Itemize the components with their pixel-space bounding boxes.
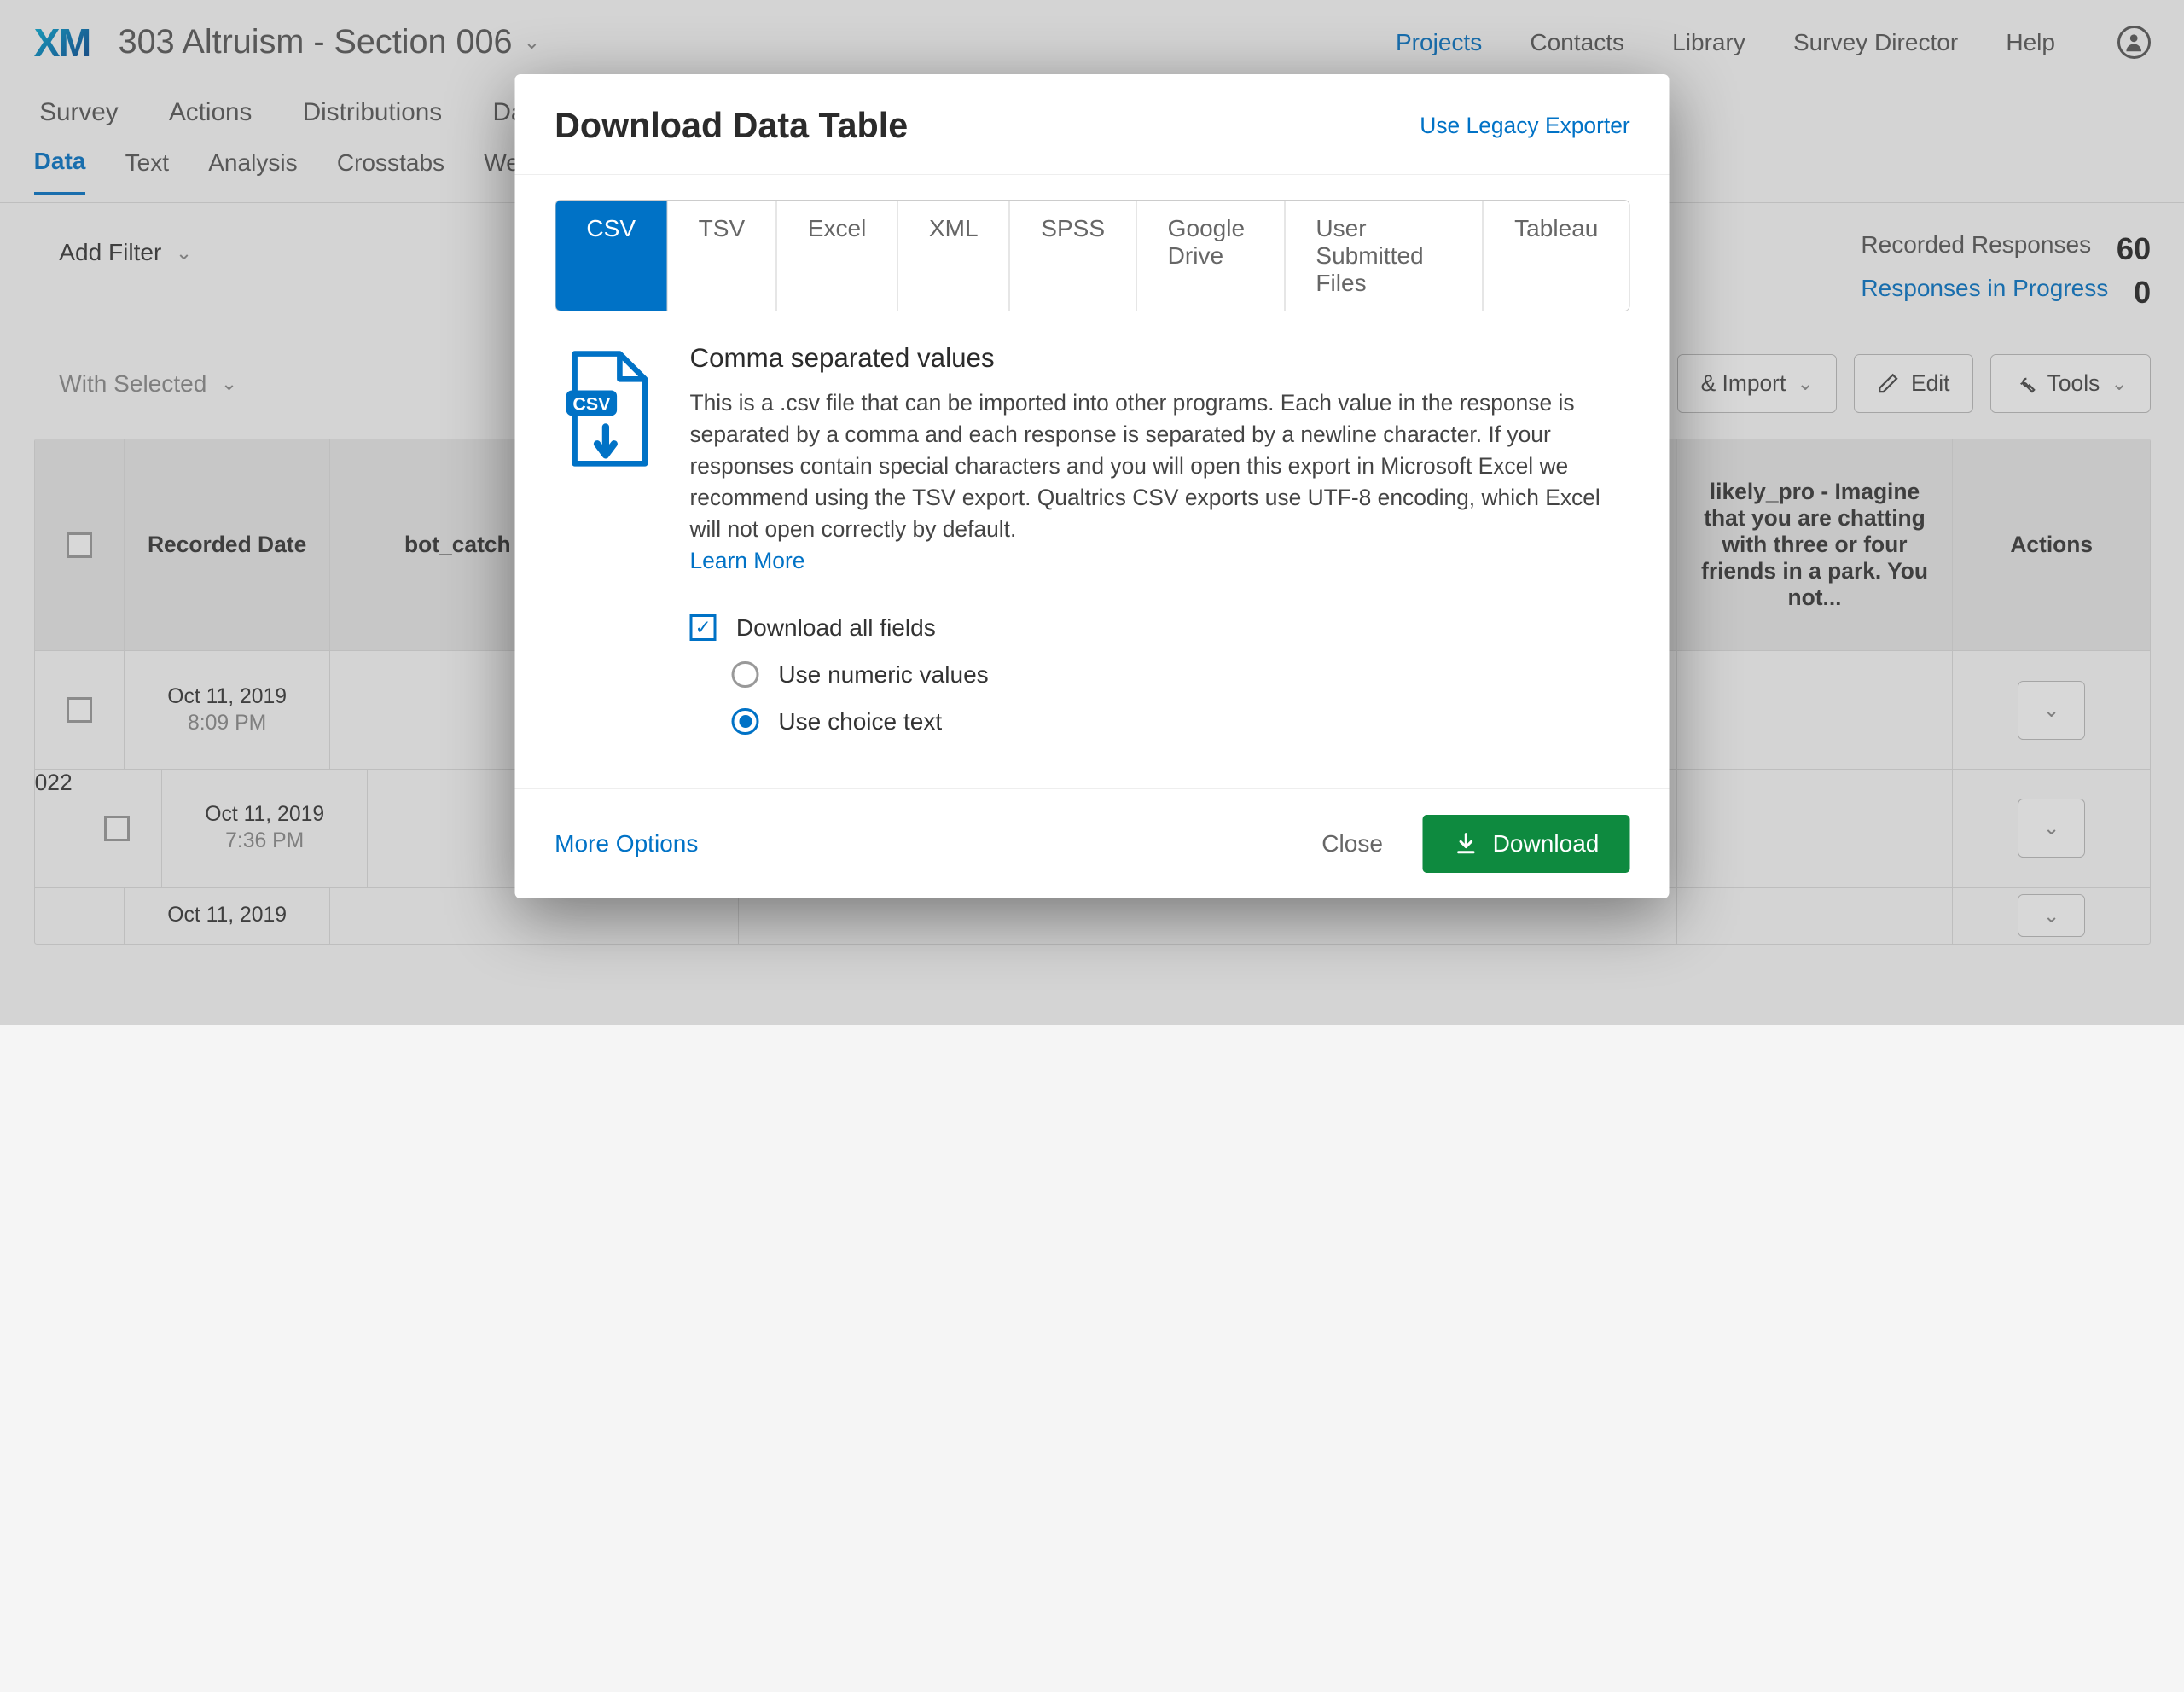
close-button[interactable]: Close [1297,817,1409,872]
modal-title: Download Data Table [555,106,1420,146]
download-all-fields-checkbox[interactable]: ✓ [689,614,716,641]
modal-footer: More Options Close Download [515,788,1670,898]
csv-heading: Comma separated values [689,343,1629,374]
export-format-tabs: CSV TSV Excel XML SPSS Google Drive User… [555,200,1630,311]
use-choice-text-label: Use choice text [778,708,942,736]
modal-header: Download Data Table Use Legacy Exporter [515,74,1670,174]
download-button-label: Download [1493,830,1600,858]
tab-spss[interactable]: SPSS [1010,201,1136,311]
csv-description: This is a .csv file that can be imported… [689,387,1629,545]
tab-csv[interactable]: CSV [555,201,667,311]
tab-google-drive[interactable]: Google Drive [1136,201,1285,311]
tab-tableau[interactable]: Tableau [1484,201,1629,311]
use-numeric-values-label: Use numeric values [778,661,988,689]
use-legacy-exporter-link[interactable]: Use Legacy Exporter [1420,113,1629,139]
modal-body: CSV TSV Excel XML SPSS Google Drive User… [515,175,1670,789]
download-icon [1453,831,1478,857]
learn-more-link[interactable]: Learn More [689,548,804,574]
download-button[interactable]: Download [1422,815,1630,873]
download-data-modal: Download Data Table Use Legacy Exporter … [515,74,1670,898]
more-options-link[interactable]: More Options [555,830,698,858]
csv-file-icon: CSV [555,343,656,755]
use-choice-text-radio[interactable] [732,708,758,735]
download-all-fields-label: Download all fields [736,614,936,642]
svg-text:CSV: CSV [572,394,611,415]
use-numeric-values-radio[interactable] [732,661,758,688]
tab-user-submitted-files[interactable]: User Submitted Files [1285,201,1484,311]
tab-xml[interactable]: XML [898,201,1010,311]
tab-tsv[interactable]: TSV [667,201,776,311]
tab-excel[interactable]: Excel [776,201,897,311]
